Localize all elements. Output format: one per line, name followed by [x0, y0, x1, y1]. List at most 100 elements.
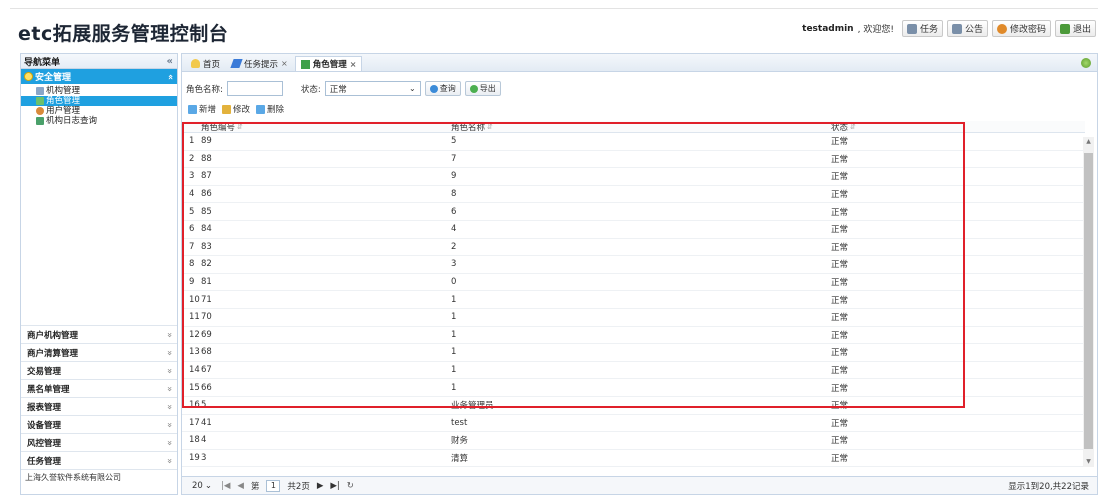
row-number: 18 [189, 435, 200, 446]
page-size-select[interactable]: 20 ⌄ [190, 479, 214, 492]
column-label: 角色名称 [451, 122, 486, 133]
export-button[interactable]: 导出 [464, 81, 501, 96]
table-row[interactable]: 10 71 1 正常 [182, 291, 1085, 309]
nav-section-security[interactable]: 安全管理 « [21, 69, 177, 84]
change-password-label: 修改密码 [1009, 25, 1046, 35]
tab-label: 任务提示 [244, 59, 279, 70]
change-password-button[interactable]: 修改密码 [991, 20, 1051, 37]
table-row[interactable]: 5 85 6 正常 [182, 203, 1085, 221]
logout-button[interactable]: 退出 [1054, 20, 1096, 37]
nav-header: 导航菜单 « [21, 54, 177, 69]
nav-group-risk[interactable]: 风控管理 » [21, 433, 177, 451]
table-row[interactable]: 1 89 5 正常 [182, 133, 1085, 151]
tab-role-management[interactable]: 角色管理 × [294, 56, 363, 71]
scroll-down-icon[interactable]: ▼ [1083, 457, 1094, 467]
logout-button-label: 退出 [1072, 25, 1091, 35]
column-header-status[interactable]: 状态 ⇵ [831, 121, 1085, 133]
status-cell: 正常 [831, 436, 849, 447]
role-name-label: 角色名称: [186, 84, 223, 95]
chevron-down-icon: » [164, 349, 175, 356]
user-icon [36, 107, 44, 115]
sidebar-item-log[interactable]: 机构日志查询 [21, 116, 177, 126]
tab-task-tips[interactable]: 任务提示 × [227, 56, 293, 71]
table-row[interactable]: 9 81 0 正常 [182, 274, 1085, 292]
nav-group-report[interactable]: 报表管理 » [21, 397, 177, 415]
role-no-cell: 84 [201, 224, 212, 235]
close-icon[interactable]: × [350, 60, 357, 69]
table-row[interactable]: 2 88 7 正常 [182, 151, 1085, 169]
scroll-thumb[interactable] [1084, 153, 1093, 449]
query-button[interactable]: 查询 [424, 81, 461, 96]
chevron-down-icon: » [164, 439, 175, 446]
nav-group-blacklist[interactable]: 黑名单管理 » [21, 379, 177, 397]
vertical-scrollbar[interactable]: ▲ ▼ [1083, 137, 1094, 467]
table-header: 角色编号 ⇵ 角色名称 ⇵ 状态 ⇵ [182, 121, 1085, 133]
status-cell: 正常 [831, 190, 849, 201]
sidebar-item-org[interactable]: 机构管理 [21, 86, 177, 96]
role-no-cell: 41 [201, 417, 212, 428]
record-info: 显示1到20,共22记录 [1008, 481, 1089, 492]
status-cell: 正常 [831, 295, 849, 306]
close-icon[interactable]: × [281, 59, 288, 68]
nav-group-merchant-org[interactable]: 商户机构管理 » [21, 325, 177, 343]
nav-group-merchant-clearing[interactable]: 商户清算管理 » [21, 343, 177, 361]
role-no-cell: 81 [201, 277, 212, 288]
refresh-icon[interactable] [1081, 58, 1091, 68]
tasks-button[interactable]: 任务 [901, 20, 943, 37]
table-row[interactable]: 7 83 2 正常 [182, 239, 1085, 257]
sidebar-item-label: 用户管理 [46, 106, 81, 116]
collapse-left-icon[interactable]: « [167, 56, 173, 67]
tab-home[interactable]: 首页 [186, 56, 225, 71]
nav-group-task[interactable]: 任务管理 » [21, 451, 177, 469]
first-page-icon[interactable]: |◀ [221, 481, 230, 491]
table-row[interactable]: 16 5 业务管理员 正常 [182, 397, 1085, 415]
status-select[interactable]: 正常 ⌄ [324, 81, 421, 96]
role-name-cell: 8 [451, 189, 457, 200]
table-row[interactable]: 13 68 1 正常 [182, 344, 1085, 362]
chevron-up-icon: « [165, 73, 176, 80]
edit-button[interactable]: 修改 [222, 103, 250, 115]
table-row[interactable]: 18 4 财务 正常 [182, 432, 1085, 450]
table-row[interactable]: 6 84 4 正常 [182, 221, 1085, 239]
status-select-value: 正常 [329, 84, 347, 95]
table-row[interactable]: 15 66 1 正常 [182, 379, 1085, 397]
page-size-value: 20 [192, 480, 203, 491]
app-title: etc拓展服务管理控制台 [18, 23, 229, 45]
role-name-input[interactable] [226, 81, 283, 96]
column-header-role-no[interactable]: 角色编号 ⇵ [201, 121, 451, 133]
username: testadmin [802, 23, 854, 34]
table-row[interactable]: 8 82 3 正常 [182, 256, 1085, 274]
notice-button[interactable]: 公告 [946, 20, 988, 37]
page-number-input[interactable]: 1 [266, 479, 281, 492]
chevron-down-icon: » [164, 385, 175, 392]
table-row[interactable]: 14 67 1 正常 [182, 362, 1085, 380]
sidebar-item-role[interactable]: 角色管理 [21, 96, 177, 106]
status-cell: 正常 [831, 313, 849, 324]
next-page-icon[interactable]: ▶ [317, 481, 324, 491]
scroll-up-icon[interactable]: ▲ [1083, 137, 1094, 147]
table-row[interactable]: 12 69 1 正常 [182, 327, 1085, 345]
column-header-role-name[interactable]: 角色名称 ⇵ [451, 121, 831, 133]
row-number: 4 [189, 189, 195, 200]
role-name-cell: 1 [451, 329, 457, 340]
welcome-text: , 欢迎您! [857, 25, 894, 35]
table-row[interactable]: 11 70 1 正常 [182, 309, 1085, 327]
prev-page-icon[interactable]: ◀ [237, 481, 244, 491]
add-button[interactable]: 新增 [188, 103, 216, 115]
header: etc拓展服务管理控制台 testadmin , 欢迎您! 任务 公告 修改密码… [0, 0, 1108, 47]
row-number: 3 [189, 171, 195, 182]
table-row[interactable]: 3 87 9 正常 [182, 168, 1085, 186]
table-row[interactable]: 19 3 清算 正常 [182, 450, 1085, 468]
status-cell: 正常 [831, 278, 849, 289]
role-name-cell: 2 [451, 241, 457, 252]
sidebar-item-user[interactable]: 用户管理 [21, 106, 177, 116]
row-number: 13 [189, 347, 200, 358]
refresh-icon[interactable]: ↻ [347, 481, 354, 491]
last-page-icon[interactable]: ▶| [330, 481, 339, 491]
nav-group-device[interactable]: 设备管理 » [21, 415, 177, 433]
table-row[interactable]: 17 41 test 正常 [182, 415, 1085, 433]
nav-group-transaction[interactable]: 交易管理 » [21, 361, 177, 379]
table-row[interactable]: 4 86 8 正常 [182, 186, 1085, 204]
delete-button[interactable]: 删除 [256, 103, 284, 115]
row-number: 14 [189, 365, 200, 376]
